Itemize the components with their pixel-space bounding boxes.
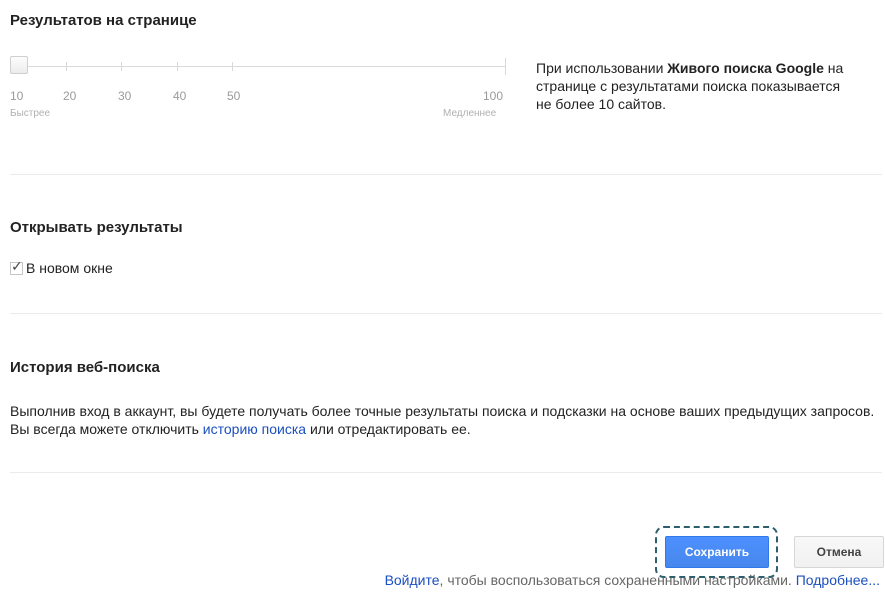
footer-signin-note: Войдите, чтобы воспользоваться сохраненн… — [385, 572, 880, 588]
results-per-page-slider[interactable]: 10 20 30 40 50 100 Быстрее Медленнее — [10, 56, 510, 136]
new-window-label: В новом окне — [26, 260, 113, 276]
tick-label-10: 10 — [10, 89, 24, 103]
checkmark-icon: ✓ — [11, 257, 23, 274]
section-divider — [10, 472, 882, 473]
results-per-page-title: Результатов на странице — [10, 12, 197, 29]
instant-search-name: Живого поиска Google — [667, 60, 824, 76]
section-divider — [10, 313, 882, 314]
faster-label: Быстрее — [10, 108, 51, 119]
tick-label-20: 20 — [63, 89, 77, 103]
tick-label-100: 100 — [483, 89, 504, 103]
slider-tick — [66, 62, 67, 71]
slider-tick — [505, 58, 506, 75]
web-history-title: История веб-поиска — [10, 359, 160, 376]
slider-tick — [121, 62, 122, 71]
web-history-description: Выполнив вход в аккаунт, вы будете получ… — [10, 402, 880, 438]
tick-label-50: 50 — [227, 89, 241, 103]
footer-text: , чтобы воспользоваться сохраненными нас… — [439, 572, 796, 588]
tick-label-40: 40 — [173, 89, 187, 103]
history-text-end: или отредактировать ее. — [306, 421, 471, 437]
signin-link[interactable]: Войдите — [385, 572, 440, 588]
new-window-option[interactable]: ✓ В новом окне — [10, 257, 113, 276]
save-button[interactable]: Сохранить — [665, 536, 769, 568]
cancel-button[interactable]: Отмена — [794, 536, 884, 568]
new-window-checkbox[interactable]: ✓ — [10, 257, 23, 275]
slider-tick — [177, 62, 178, 71]
info-text-start: При использовании — [536, 60, 668, 76]
slider-handle[interactable] — [10, 56, 28, 74]
slider-tick — [232, 62, 233, 71]
open-results-title: Открывать результаты — [10, 219, 183, 236]
slider-track[interactable] — [26, 66, 506, 67]
section-divider — [10, 174, 882, 175]
instant-search-info: При использовании Живого поиска Google н… — [536, 59, 856, 113]
slower-label: Медленнее — [443, 108, 497, 119]
learn-more-link[interactable]: Подробнее... — [796, 572, 880, 588]
search-history-link[interactable]: историю поиска — [203, 421, 306, 437]
tick-label-30: 30 — [118, 89, 132, 103]
